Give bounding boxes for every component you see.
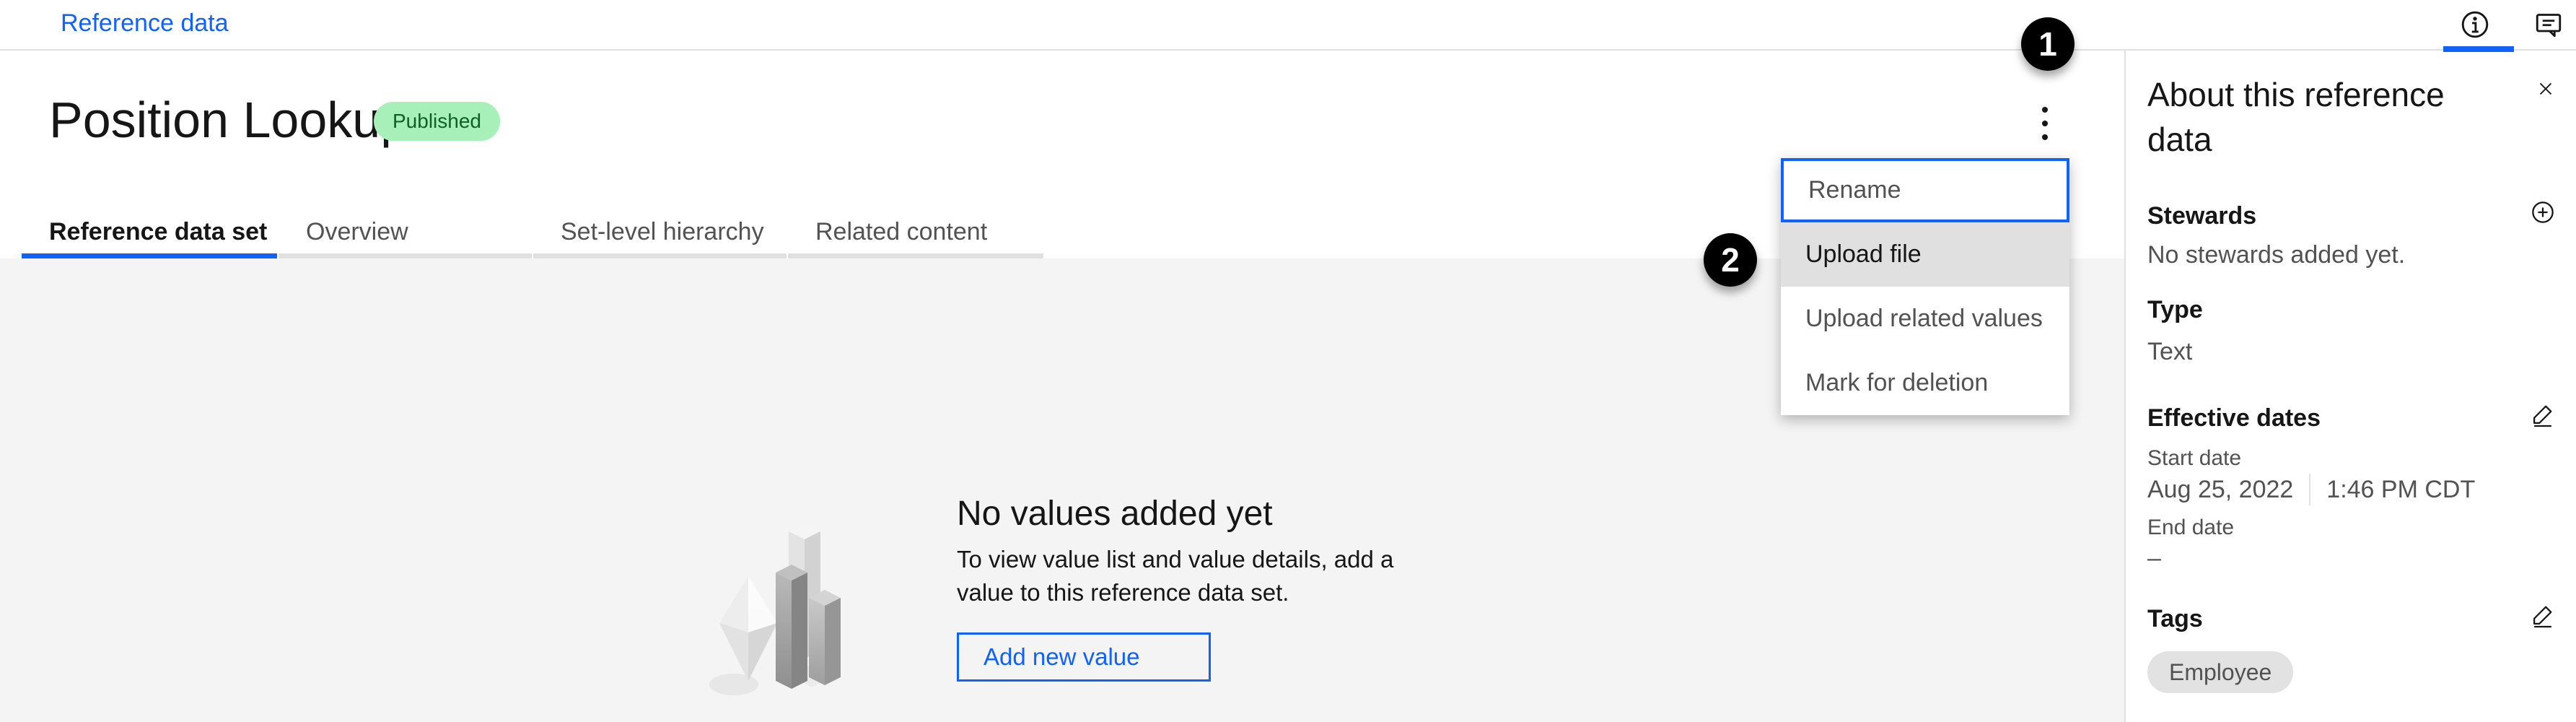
close-panel-button[interactable] <box>2531 74 2560 103</box>
status-badge: Published <box>374 102 500 141</box>
edit-tags-button[interactable] <box>2527 599 2559 631</box>
menu-item-mark-for-deletion[interactable]: Mark for deletion <box>1781 351 2069 415</box>
edit-icon <box>2529 601 2557 629</box>
empty-state-illustration <box>704 504 880 700</box>
tags-label: Tags <box>2147 605 2203 632</box>
active-panel-tab-indicator <box>2443 46 2514 52</box>
edit-icon <box>2529 401 2557 428</box>
menu-item-upload-file[interactable]: Upload file <box>1781 222 2069 287</box>
top-header: Reference data <box>0 0 2576 51</box>
info-panel-button[interactable] <box>2455 4 2495 45</box>
tab-set-level-hierarchy[interactable]: Set-level hierarchy <box>533 211 787 258</box>
start-date-label: Start date <box>2147 446 2242 470</box>
date-time-divider <box>2309 474 2311 505</box>
tab-related-content[interactable]: Related content <box>788 211 1043 258</box>
menu-item-upload-related-values[interactable]: Upload related values <box>1781 287 2069 351</box>
reference-data-page: Reference data Position Lookup Published… <box>0 0 2576 722</box>
page-title: Position Lookup <box>49 92 409 148</box>
empty-state-heading: No values added yet <box>957 495 1273 533</box>
stewards-label: Stewards <box>2147 202 2257 230</box>
overflow-menu: Rename Upload file Upload related values… <box>1781 158 2069 415</box>
add-steward-button[interactable] <box>2527 196 2559 228</box>
edit-effective-dates-button[interactable] <box>2527 399 2559 430</box>
comments-button[interactable] <box>2528 4 2569 45</box>
end-date-value: – <box>2147 544 2161 572</box>
end-date-label: End date <box>2147 516 2235 539</box>
type-value: Text <box>2147 338 2193 365</box>
effective-dates-label: Effective dates <box>2147 404 2321 432</box>
start-time-value: 1:46 PM CDT <box>2326 475 2476 503</box>
annotation-step-2: 2 <box>1704 233 1757 287</box>
annotation-step-1: 1 <box>2021 17 2075 71</box>
about-panel: About this reference data Stewards No st… <box>2124 51 2576 722</box>
information-icon <box>2458 7 2492 42</box>
tag-employee[interactable]: Employee <box>2147 651 2294 693</box>
start-date-value: Aug 25, 2022 <box>2147 475 2294 503</box>
empty-state-description: To view value list and value details, ad… <box>957 546 1394 606</box>
panel-title: About this reference data <box>2147 76 2445 158</box>
breadcrumb-reference-data[interactable]: Reference data <box>61 9 229 38</box>
overflow-menu-button[interactable] <box>2019 95 2071 152</box>
menu-item-rename[interactable]: Rename <box>1781 158 2069 222</box>
kebab-dot <box>2042 107 2048 113</box>
kebab-dot <box>2042 121 2048 126</box>
tab-overview[interactable]: Overview <box>279 211 532 258</box>
kebab-dot <box>2042 134 2048 140</box>
close-icon <box>2535 78 2557 100</box>
start-date-row: Aug 25, 2022 1:46 PM CDT <box>2147 474 2475 505</box>
add-new-value-button[interactable]: Add new value <box>957 632 1211 682</box>
comment-icon <box>2531 7 2566 42</box>
add-icon <box>2529 199 2557 226</box>
tab-reference-data-set[interactable]: Reference data set <box>22 211 277 258</box>
stewards-empty-text: No stewards added yet. <box>2147 241 2406 269</box>
type-label: Type <box>2147 296 2203 323</box>
